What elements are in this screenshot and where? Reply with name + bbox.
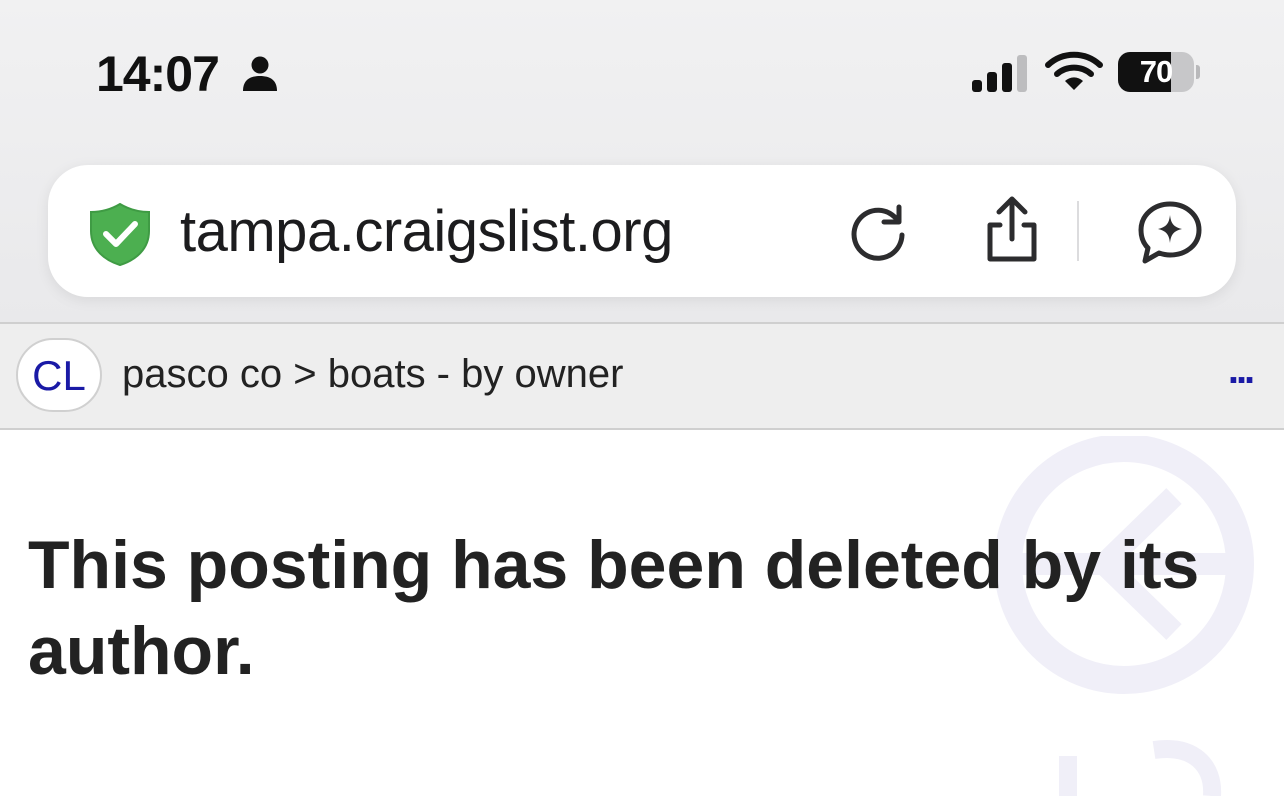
address-bar[interactable]: tampa.craigslist.org	[48, 165, 1236, 297]
person-icon	[243, 56, 277, 91]
wifi-icon	[1045, 51, 1103, 90]
deleted-posting-message: This posting has been deleted by its aut…	[28, 527, 1200, 689]
breadcrumb: pasco co > boats - by owner	[122, 346, 623, 402]
breadcrumb-separator: >	[293, 352, 317, 396]
more-options-button[interactable]: ...	[1218, 342, 1262, 398]
site-header: CL pasco co > boats - by owner ...	[0, 322, 1284, 430]
share-icon[interactable]	[980, 195, 1044, 265]
cellular-signal-icon	[972, 55, 1027, 92]
toolbar-divider	[1077, 201, 1079, 261]
breadcrumb-area[interactable]: pasco co	[122, 352, 282, 396]
status-time: 14:07	[96, 46, 220, 102]
watermark-fragment-icon	[1059, 740, 1222, 796]
url-text[interactable]: tampa.craigslist.org	[180, 195, 673, 269]
battery-cap	[1196, 65, 1200, 79]
browser-chrome: 14:07 70 tampa.craigslist.org	[0, 0, 1284, 322]
green-shield-check-icon[interactable]	[86, 201, 154, 267]
battery-level: 70	[1139, 54, 1173, 89]
battery-icon: 70	[1118, 52, 1200, 92]
craigslist-logo[interactable]: CL	[16, 338, 102, 412]
reload-icon[interactable]	[846, 201, 910, 265]
assistant-sparkle-icon[interactable]	[1136, 199, 1204, 265]
breadcrumb-category[interactable]: boats - by owner	[328, 352, 624, 396]
battery-body: 70	[1118, 52, 1194, 92]
